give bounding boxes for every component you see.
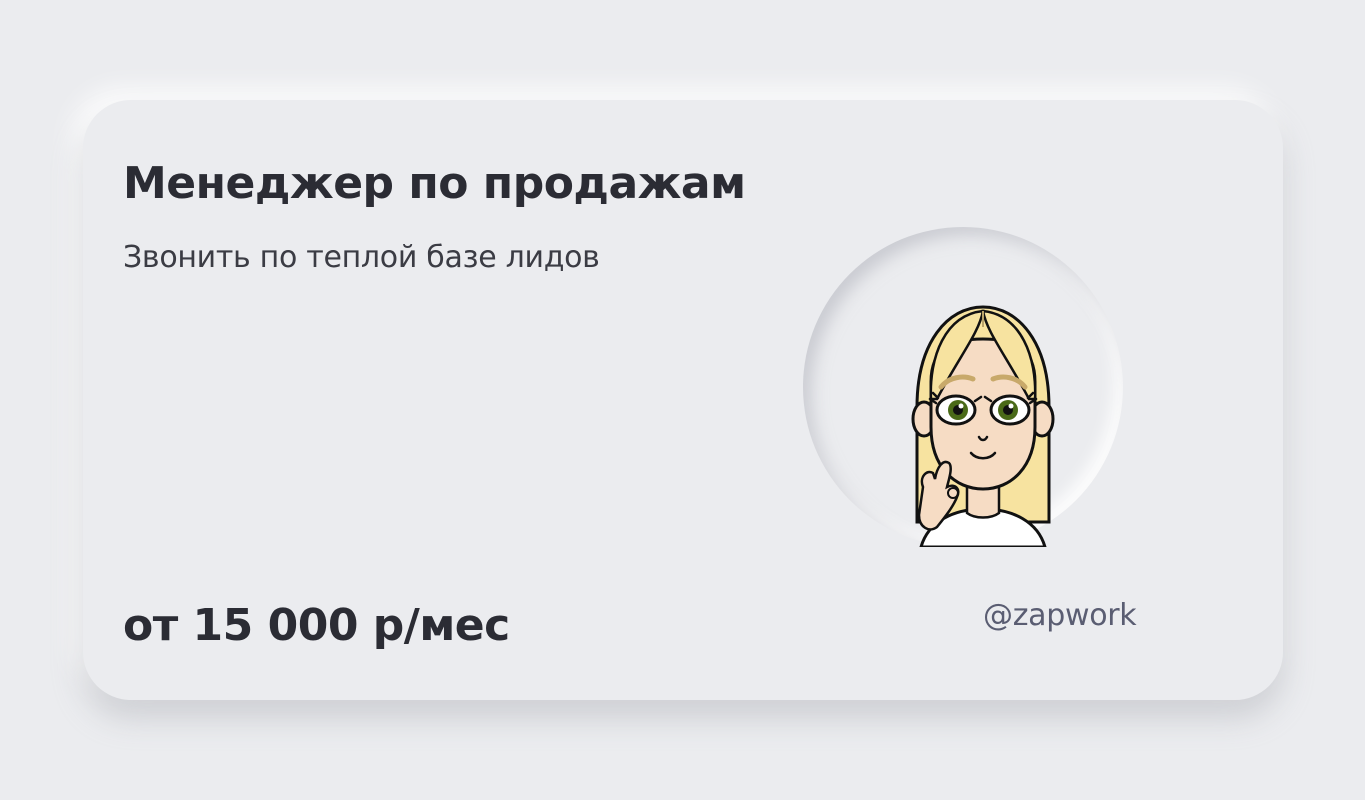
vacancy-card: Менеджер по продажам Звонить по теплой б…: [83, 100, 1283, 700]
salary-label: от 15 000 р/мес: [123, 600, 510, 651]
avatar-container: [803, 227, 1123, 547]
job-description: Звонить по теплой базе лидов: [123, 240, 600, 275]
job-title: Менеджер по продажам: [123, 158, 746, 209]
brand-handle: @zapwork: [983, 598, 1137, 633]
cartoon-woman-avatar-icon: [911, 305, 1055, 547]
